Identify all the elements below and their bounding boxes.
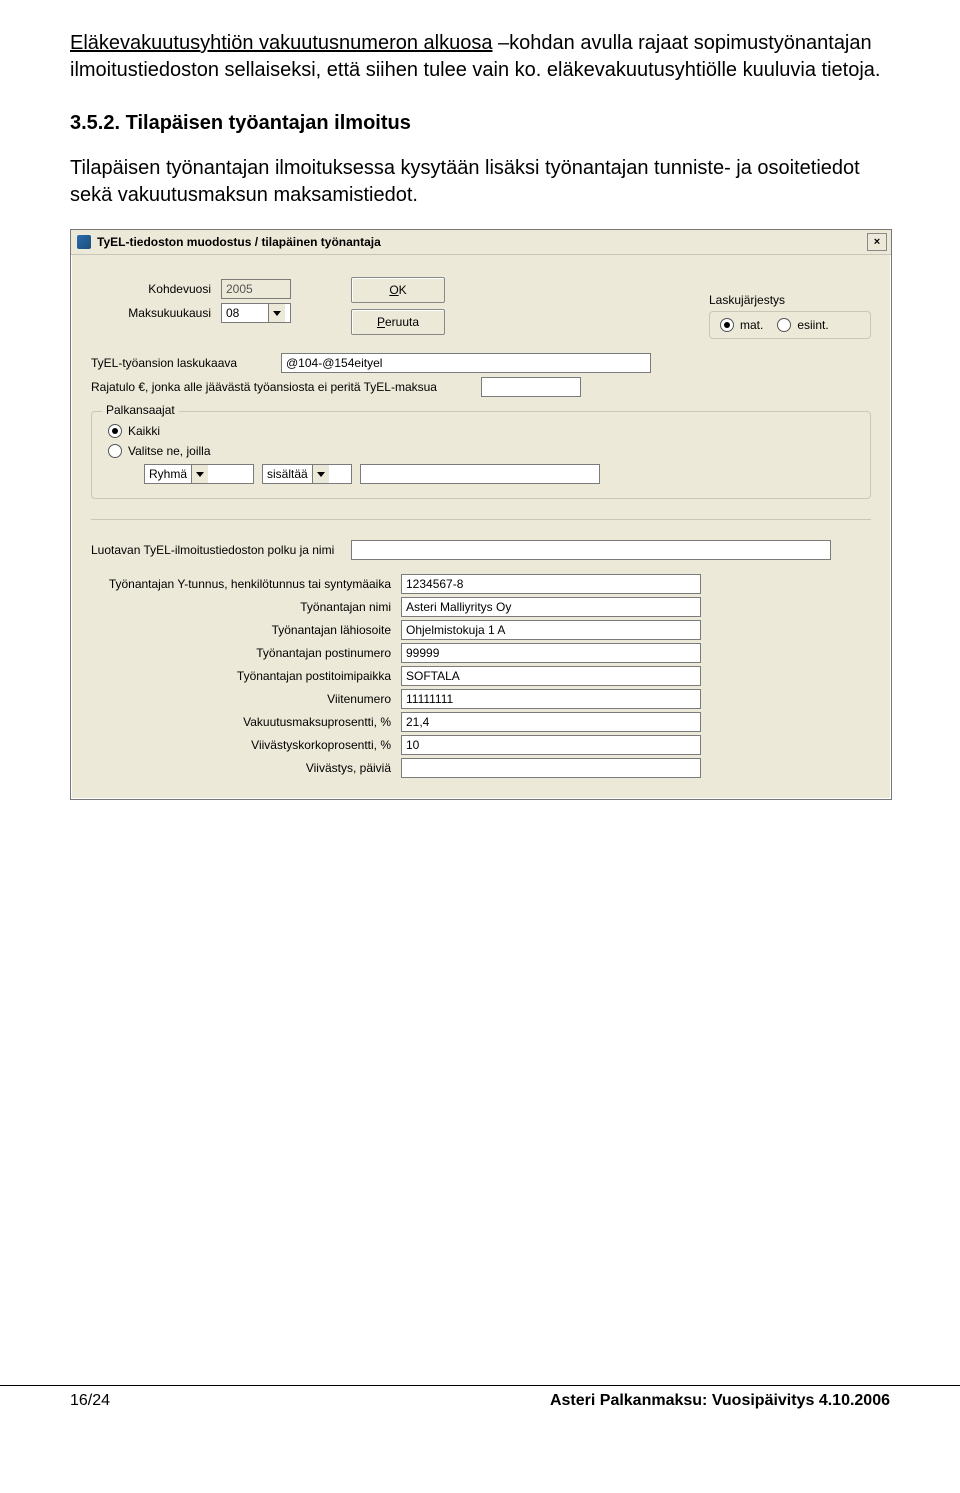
detail-input[interactable] [401, 758, 701, 778]
detail-label: Viitenumero [91, 692, 401, 706]
page-footer: 16/24 Asteri Palkanmaksu: Vuosipäivitys … [0, 1385, 960, 1430]
radio-kaikki-label: Kaikki [128, 424, 160, 438]
detail-input[interactable] [401, 712, 701, 732]
detail-row: Viivästys, päiviä [91, 758, 871, 778]
footer-right: Asteri Palkanmaksu: Vuosipäivitys 4.10.2… [550, 1392, 890, 1410]
detail-label: Työnantajan postinumero [91, 646, 401, 660]
filter-field-value: Ryhmä [145, 465, 191, 483]
maksukuukausi-label: Maksukuukausi [91, 306, 221, 320]
detail-input[interactable] [401, 574, 701, 594]
radio-mat[interactable] [720, 318, 734, 332]
detail-input[interactable] [401, 735, 701, 755]
intro-underlined: Eläkevakuutusyhtiön vakuutusnumeron alku… [70, 32, 492, 54]
filter-value-input[interactable] [360, 464, 600, 484]
radio-esint-label: esiint. [797, 318, 828, 332]
radio-valitse[interactable] [108, 444, 122, 458]
detail-label: Työnantajan Y-tunnus, henkilötunnus tai … [91, 577, 401, 591]
titlebar: TyEL-tiedoston muodostus / tilapäinen ty… [71, 230, 891, 255]
detail-input[interactable] [401, 643, 701, 663]
palkansaajat-legend: Palkansaajat [102, 403, 179, 417]
close-button[interactable]: × [867, 233, 887, 251]
filter-op-combo[interactable]: sisältää [262, 464, 352, 484]
detail-row: Työnantajan nimi [91, 597, 871, 617]
detail-row: Vakuutusmaksuprosentti, % [91, 712, 871, 732]
radio-kaikki[interactable] [108, 424, 122, 438]
detail-input[interactable] [401, 620, 701, 640]
filter-op-value: sisältää [263, 465, 312, 483]
close-icon: × [874, 237, 880, 248]
detail-label: Viivästyskorkoprosentti, % [91, 738, 401, 752]
divider [91, 519, 871, 520]
detail-input[interactable] [401, 597, 701, 617]
detail-row: Työnantajan postitoimipaikka [91, 666, 871, 686]
polku-label: Luotavan TyEL-ilmoitustiedoston polku ja… [91, 543, 351, 557]
detail-input[interactable] [401, 689, 701, 709]
rajatulo-input[interactable] [481, 377, 581, 397]
laskukaava-input[interactable] [281, 353, 651, 373]
detail-label: Vakuutusmaksuprosentti, % [91, 715, 401, 729]
detail-label: Viivästys, päiviä [91, 761, 401, 775]
detail-row: Viitenumero [91, 689, 871, 709]
detail-label: Työnantajan nimi [91, 600, 401, 614]
maksukuukausi-combo[interactable]: 08 [221, 303, 291, 323]
detail-row: Työnantajan lähiosoite [91, 620, 871, 640]
chevron-down-icon [312, 465, 329, 483]
dialog-window: TyEL-tiedoston muodostus / tilapäinen ty… [70, 229, 892, 800]
radio-esint[interactable] [777, 318, 791, 332]
detail-row: Viivästyskorkoprosentti, % [91, 735, 871, 755]
rajatulo-label: Rajatulo €, jonka alle jäävästä työansio… [91, 380, 481, 394]
detail-label: Työnantajan lähiosoite [91, 623, 401, 637]
intro-paragraph: Eläkevakuutusyhtiön vakuutusnumeron alku… [70, 30, 890, 84]
kohdevuosi-label: Kohdevuosi [91, 282, 221, 296]
detail-row: Työnantajan postinumero [91, 643, 871, 663]
section-heading: 3.5.2. Tilapäisen työantajan ilmoitus [70, 112, 890, 135]
footer-left: 16/24 [70, 1392, 110, 1410]
cancel-button[interactable]: Peruuta [351, 309, 445, 335]
radio-mat-label: mat. [740, 318, 763, 332]
radio-valitse-label: Valitse ne, joilla [128, 444, 211, 458]
chevron-down-icon [191, 465, 208, 483]
detail-input[interactable] [401, 666, 701, 686]
chevron-down-icon [268, 304, 285, 322]
app-icon [77, 235, 91, 249]
laskukaava-label: TyEL-työansion laskukaava [91, 356, 281, 370]
kohdevuosi-input[interactable] [221, 279, 291, 299]
filter-field-combo[interactable]: Ryhmä [144, 464, 254, 484]
section-paragraph: Tilapäisen työnantajan ilmoituksessa kys… [70, 155, 890, 209]
maksukuukausi-value: 08 [222, 304, 268, 322]
detail-label: Työnantajan postitoimipaikka [91, 669, 401, 683]
detail-row: Työnantajan Y-tunnus, henkilötunnus tai … [91, 574, 871, 594]
dialog-title: TyEL-tiedoston muodostus / tilapäinen ty… [97, 235, 381, 249]
laskujarjestys-label: Laskujärjestys [709, 293, 871, 307]
polku-input[interactable] [351, 540, 831, 560]
ok-button[interactable]: OK [351, 277, 445, 303]
palkansaajat-group: Palkansaajat Kaikki Valitse ne, joilla R… [91, 411, 871, 499]
